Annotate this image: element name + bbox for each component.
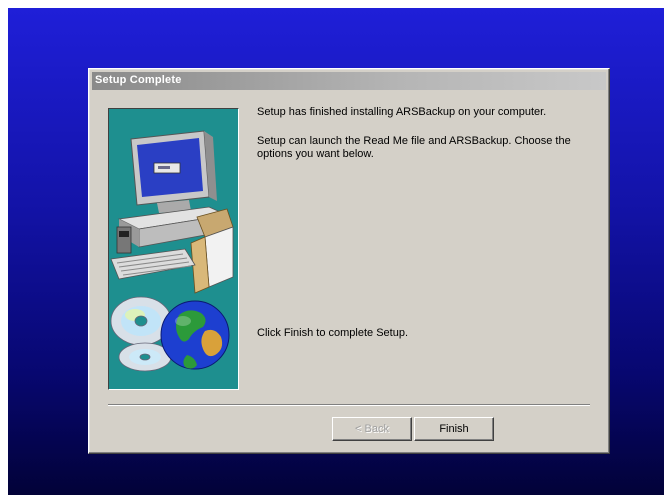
dialog-title: Setup Complete <box>95 74 182 86</box>
desktop-background: Setup Complete Setup has finished instal… <box>8 8 664 495</box>
globe-icon <box>160 300 230 370</box>
title-bar[interactable]: Setup Complete <box>92 72 606 90</box>
button-separator <box>108 404 590 406</box>
finish-button[interactable]: Finish <box>414 417 494 441</box>
finished-message: Setup has finished installing ARSBackup … <box>257 106 547 118</box>
computer-icon <box>110 130 234 372</box>
finish-instruction: Click Finish to complete Setup. <box>257 327 409 339</box>
setup-illustration <box>108 108 239 390</box>
back-button[interactable]: < Back <box>332 417 412 441</box>
launch-options-message: Setup can launch the Read Me file and AR… <box>257 135 571 160</box>
setup-complete-dialog: Setup Complete Setup has finished instal… <box>88 68 610 454</box>
